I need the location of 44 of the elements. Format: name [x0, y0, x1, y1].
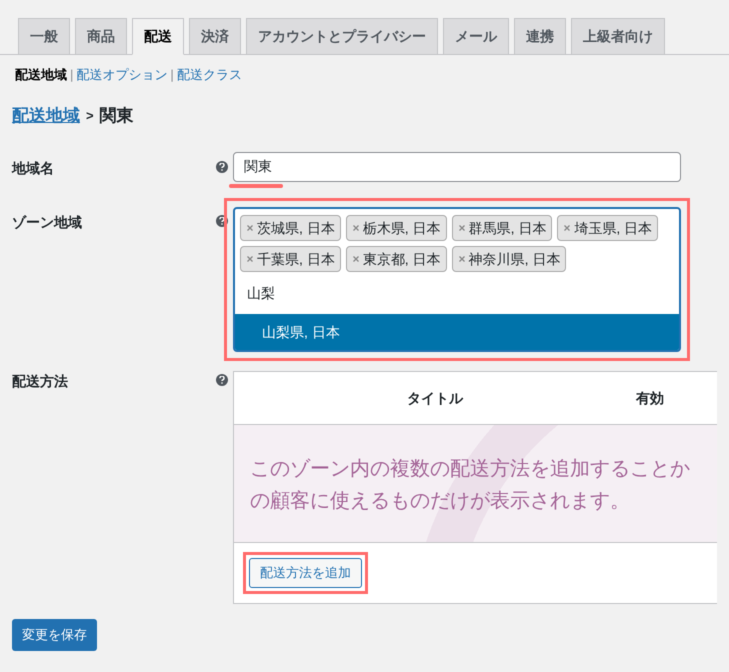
- column-header: 有効: [636, 388, 664, 408]
- remove-icon[interactable]: [563, 224, 572, 232]
- notice-text: このゾーン内の複数の配送方法を追加することか の顧客に使えるものだけが表示されます。: [250, 457, 690, 514]
- tab[interactable]: 商品: [75, 18, 127, 55]
- page-title: 関東: [100, 104, 134, 126]
- remove-icon[interactable]: [246, 255, 254, 263]
- subnav-link[interactable]: 配送クラス: [176, 65, 242, 84]
- tag-label: 千葉県, 日本: [257, 250, 335, 268]
- tab[interactable]: 上級者向け: [571, 18, 665, 55]
- separator: |: [70, 66, 74, 84]
- add-method-button[interactable]: 配送方法を追加: [249, 558, 362, 588]
- tag-label: 東京都, 日本: [362, 250, 441, 268]
- tag-label: 栃木県, 日本: [362, 218, 441, 238]
- tab[interactable]: 一般: [18, 18, 70, 55]
- help-icon: [216, 161, 228, 173]
- remove-icon[interactable]: [458, 255, 466, 263]
- tab[interactable]: 配送: [132, 18, 184, 55]
- column-header: タイトル: [406, 388, 464, 408]
- field-label: ゾーン地域: [11, 213, 83, 232]
- region-select-field[interactable]: 茨城県, 日本 栃木県, 日本 群馬県, 日本 埼玉県, 日本 千葉県, 日本 東京都, 日本 神奈川県, 日本 山梨 山梨県, 日本: [233, 207, 681, 352]
- remove-icon[interactable]: [352, 224, 360, 232]
- remove-icon[interactable]: [352, 255, 360, 263]
- breadcrumb-separator: >: [86, 106, 94, 124]
- tab[interactable]: 決済: [189, 18, 241, 55]
- subnav-link[interactable]: 配送地域: [15, 65, 67, 84]
- tag-label: 埼玉県, 日本: [574, 218, 652, 238]
- tag-label: 神奈川県, 日本: [468, 250, 560, 268]
- help-icon: [216, 374, 228, 386]
- breadcrumb-link[interactable]: 配送地域: [12, 102, 80, 128]
- tab[interactable]: メール: [443, 18, 509, 55]
- tag-label: 群馬県, 日本: [468, 218, 546, 238]
- subnav-link[interactable]: 配送オプション: [76, 65, 168, 84]
- dropdown-option[interactable]: 山梨県, 日本: [235, 314, 679, 350]
- remove-icon[interactable]: [246, 224, 254, 232]
- tag-label: 茨城県, 日本: [257, 218, 335, 238]
- tab[interactable]: 連携: [514, 18, 566, 55]
- region-name-field[interactable]: 関東: [233, 152, 681, 182]
- field-label: 配送方法: [11, 372, 69, 391]
- tab[interactable]: アカウントとプライバシー: [246, 18, 438, 55]
- search-text: 山梨: [246, 284, 276, 302]
- remove-icon[interactable]: [458, 224, 466, 232]
- save-button[interactable]: 変更を保存: [12, 619, 97, 651]
- field-label: 地域名: [10, 159, 55, 178]
- separator: |: [170, 66, 174, 84]
